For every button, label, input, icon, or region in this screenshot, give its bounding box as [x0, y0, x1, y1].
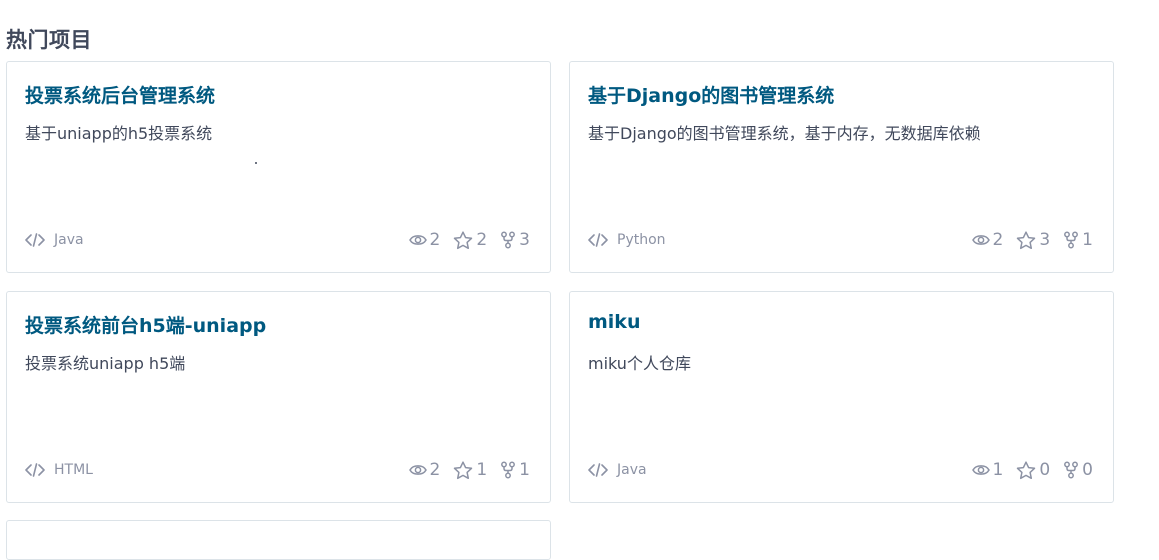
project-title[interactable]: 投票系统后台管理系统: [25, 81, 215, 108]
code-icon: [25, 233, 45, 247]
watchers-count: 2: [992, 230, 1004, 250]
project-description: 基于Django的图书管理系统，基于内存，无数据库依赖: [588, 124, 981, 143]
project-title[interactable]: 基于Django的图书管理系统: [588, 81, 834, 108]
project-title[interactable]: 投票系统前台h5端-uniapp: [25, 311, 266, 338]
project-language: HTML: [25, 462, 93, 478]
project-card[interactable]: miku miku个人仓库 Java 1 0 0: [569, 291, 1114, 503]
project-stats: 2 2 3: [396, 230, 530, 250]
project-card[interactable]: 基于Django的图书管理系统 基于Django的图书管理系统，基于内存，无数据…: [569, 61, 1114, 273]
project-card[interactable]: 投票系统后台管理系统 基于uniapp的h5投票系统 Java 2 2 3: [6, 61, 551, 273]
fork-icon: [1064, 461, 1079, 479]
project-language: Python: [588, 232, 666, 248]
project-footer: Java 2 2 3: [25, 228, 530, 252]
project-description: 基于uniapp的h5投票系统: [25, 124, 213, 143]
language-label: Python: [617, 232, 666, 248]
stars-count: 0: [1039, 460, 1051, 480]
project-card[interactable]: 投票系统前台h5端-uniapp 投票系统uniapp h5端 HTML 2 1…: [6, 291, 551, 503]
forks-stat[interactable]: 1: [500, 460, 530, 480]
project-description: 投票系统uniapp h5端: [25, 354, 186, 373]
stray-dot: [255, 162, 257, 164]
watchers-count: 1: [992, 460, 1004, 480]
star-icon: [454, 230, 473, 249]
eye-icon: [408, 235, 427, 245]
stars-stat[interactable]: 2: [453, 230, 487, 250]
code-icon: [588, 233, 608, 247]
stars-stat[interactable]: 3: [1016, 230, 1050, 250]
stars-stat[interactable]: 1: [453, 460, 487, 480]
watchers-stat[interactable]: 2: [971, 230, 1004, 250]
project-footer: HTML 2 1 1: [25, 458, 530, 482]
language-label: Java: [54, 232, 84, 248]
watchers-count: 2: [429, 230, 441, 250]
forks-stat[interactable]: 1: [1063, 230, 1093, 250]
watchers-stat[interactable]: 2: [408, 230, 441, 250]
forks-stat[interactable]: 3: [500, 230, 530, 250]
language-label: Java: [617, 462, 647, 478]
code-icon: [588, 463, 608, 477]
language-label: HTML: [54, 462, 93, 478]
forks-count: 0: [1082, 460, 1093, 480]
watchers-count: 2: [429, 460, 441, 480]
project-title[interactable]: miku: [588, 311, 640, 333]
stars-count: 3: [1039, 230, 1051, 250]
stars-count: 1: [476, 460, 488, 480]
eye-icon: [971, 465, 990, 475]
project-stats: 2 3 1: [959, 230, 1093, 250]
eye-icon: [971, 235, 990, 245]
project-language: Java: [588, 462, 647, 478]
eye-icon: [408, 465, 427, 475]
fork-icon: [1064, 231, 1079, 249]
watchers-stat[interactable]: 2: [408, 460, 441, 480]
stars-count: 2: [476, 230, 488, 250]
section-title: 热门项目: [6, 28, 92, 52]
project-language: Java: [25, 232, 84, 248]
stars-stat[interactable]: 0: [1016, 460, 1050, 480]
fork-icon: [501, 231, 516, 249]
forks-count: 1: [519, 460, 530, 480]
project-card[interactable]: [6, 520, 551, 560]
watchers-stat[interactable]: 1: [971, 460, 1004, 480]
forks-stat[interactable]: 0: [1063, 460, 1093, 480]
project-footer: Python 2 3 1: [588, 228, 1093, 252]
code-icon: [25, 463, 45, 477]
star-icon: [1017, 460, 1036, 479]
star-icon: [454, 460, 473, 479]
project-stats: 1 0 0: [959, 460, 1093, 480]
forks-count: 3: [519, 230, 530, 250]
project-stats: 2 1 1: [396, 460, 530, 480]
fork-icon: [501, 461, 516, 479]
project-description: miku个人仓库: [588, 354, 691, 373]
forks-count: 1: [1082, 230, 1093, 250]
project-footer: Java 1 0 0: [588, 458, 1093, 482]
star-icon: [1017, 230, 1036, 249]
